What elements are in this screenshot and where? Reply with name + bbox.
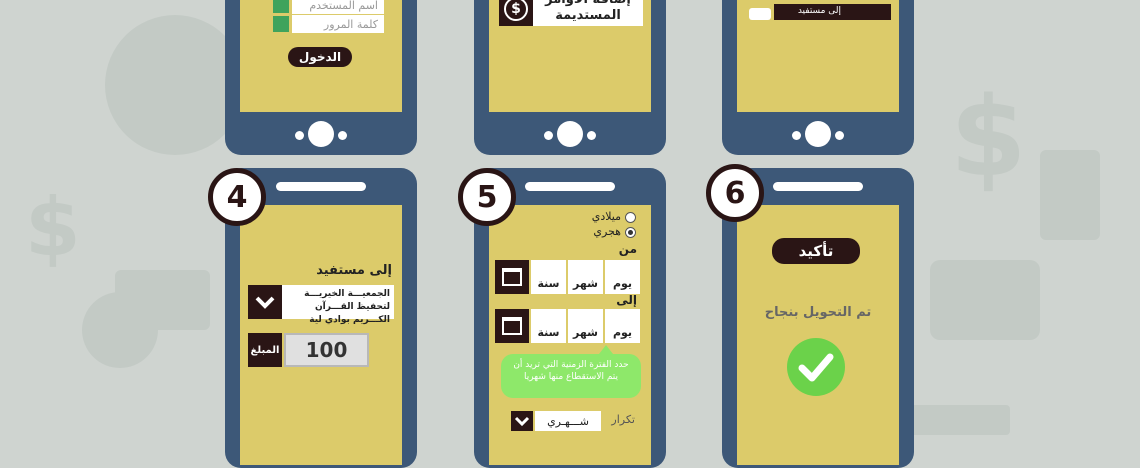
chevron-down-icon xyxy=(248,285,282,319)
to-year[interactable]: سنة xyxy=(531,309,566,343)
lock-icon xyxy=(273,16,289,32)
to-beneficiary-label: إلى مستفيد xyxy=(797,6,841,16)
success-check-icon xyxy=(787,338,845,396)
calendar-icon[interactable] xyxy=(495,309,529,343)
confirm-button[interactable]: تأكيد xyxy=(772,238,860,264)
hand-icon xyxy=(749,8,771,20)
tooltip-arrow xyxy=(599,345,613,354)
phone-screen: تأكيد تم التحويل بنجاح xyxy=(737,205,899,465)
dollar-icon: $ xyxy=(499,0,533,26)
from-year[interactable]: سنة xyxy=(531,260,566,294)
camera-dot xyxy=(792,131,801,140)
period-tooltip: حدد الفترة الزمنية التي تريد أن يتم الاس… xyxy=(501,354,641,398)
to-beneficiary-bar[interactable]: إلى مستفيد xyxy=(774,4,891,20)
dollar-icon: $ xyxy=(950,73,1027,201)
calendar-icon[interactable] xyxy=(495,260,529,294)
phone-speaker xyxy=(276,182,366,191)
to-label: إلى xyxy=(616,293,637,307)
card-icon xyxy=(115,270,210,330)
camera-dot xyxy=(295,131,304,140)
step-badge-5: 5 xyxy=(458,168,516,226)
amount-label-text: المبلغ xyxy=(250,344,280,356)
to-month[interactable]: شهر xyxy=(568,309,603,343)
standing-orders-item[interactable]: $ إضافة الأوامر المستديمة xyxy=(499,0,643,26)
repeat-dropdown-button[interactable] xyxy=(511,411,533,431)
from-label: من xyxy=(618,242,637,256)
phone-screen: إلى مستفيد xyxy=(737,0,899,112)
phone-speaker xyxy=(773,182,863,191)
phone-screen: $ إضافة الأوامر المستديمة xyxy=(489,0,651,112)
password-input[interactable]: كلمة المرور xyxy=(292,15,384,33)
home-button[interactable] xyxy=(557,121,583,147)
dollar-icon: $ xyxy=(25,181,81,274)
success-text: تم التحويل بنجاح xyxy=(764,305,872,320)
phone-screen: إلى مستفيد الجمعيـــة الخيريـــة لتحفيظ … xyxy=(240,205,402,465)
bar-icon xyxy=(1040,150,1100,240)
camera-dot xyxy=(587,131,596,140)
camera-dot xyxy=(835,131,844,140)
phone-login: اسم المستخدم كلمة المرور الدخول xyxy=(225,0,417,155)
to-beneficiary-heading: إلى مستفيد xyxy=(316,263,392,278)
phone-speaker xyxy=(525,182,615,191)
step-badge-4: 4 xyxy=(208,168,266,226)
login-button[interactable]: الدخول xyxy=(288,47,352,67)
repeat-select[interactable]: شـــهـري xyxy=(535,411,601,431)
beneficiary-value: الجمعيـــة الخيريـــة لتحفيظ القـــرآن ا… xyxy=(304,289,390,325)
gregorian-label: ميلادي xyxy=(591,210,621,223)
gregorian-radio[interactable] xyxy=(625,212,636,223)
amount-label: المبلغ xyxy=(248,333,282,367)
amount-input[interactable]: 100 xyxy=(284,333,369,367)
hijri-radio[interactable] xyxy=(625,227,636,238)
gear-icon xyxy=(105,15,245,155)
camera-dot xyxy=(338,131,347,140)
from-day[interactable]: يوم xyxy=(605,260,640,294)
phone-to-beneficiary: إلى مستفيد xyxy=(722,0,914,155)
username-input[interactable]: اسم المستخدم xyxy=(292,0,384,14)
hijri-label: هجري xyxy=(593,225,621,238)
from-month[interactable]: شهر xyxy=(568,260,603,294)
standing-orders-label: إضافة الأوامر المستديمة xyxy=(545,0,631,23)
briefcase-icon xyxy=(930,260,1040,340)
phone-standing-orders: $ إضافة الأوامر المستديمة xyxy=(474,0,666,155)
phone-screen: ميلادي هجري من سنة شهر يوم إلى سنة شهر ي… xyxy=(489,205,651,465)
phone-screen: اسم المستخدم كلمة المرور الدخول xyxy=(240,0,402,112)
camera-dot xyxy=(544,131,553,140)
laptop-icon xyxy=(910,405,1010,435)
beneficiary-select[interactable]: الجمعيـــة الخيريـــة لتحفيظ القـــرآن ا… xyxy=(248,285,394,325)
home-button[interactable] xyxy=(805,121,831,147)
repeat-label: تكرار xyxy=(611,413,635,426)
to-day[interactable]: يوم xyxy=(605,309,640,343)
home-button[interactable] xyxy=(308,121,334,147)
user-icon xyxy=(273,0,289,13)
step-badge-6: 6 xyxy=(706,164,764,222)
